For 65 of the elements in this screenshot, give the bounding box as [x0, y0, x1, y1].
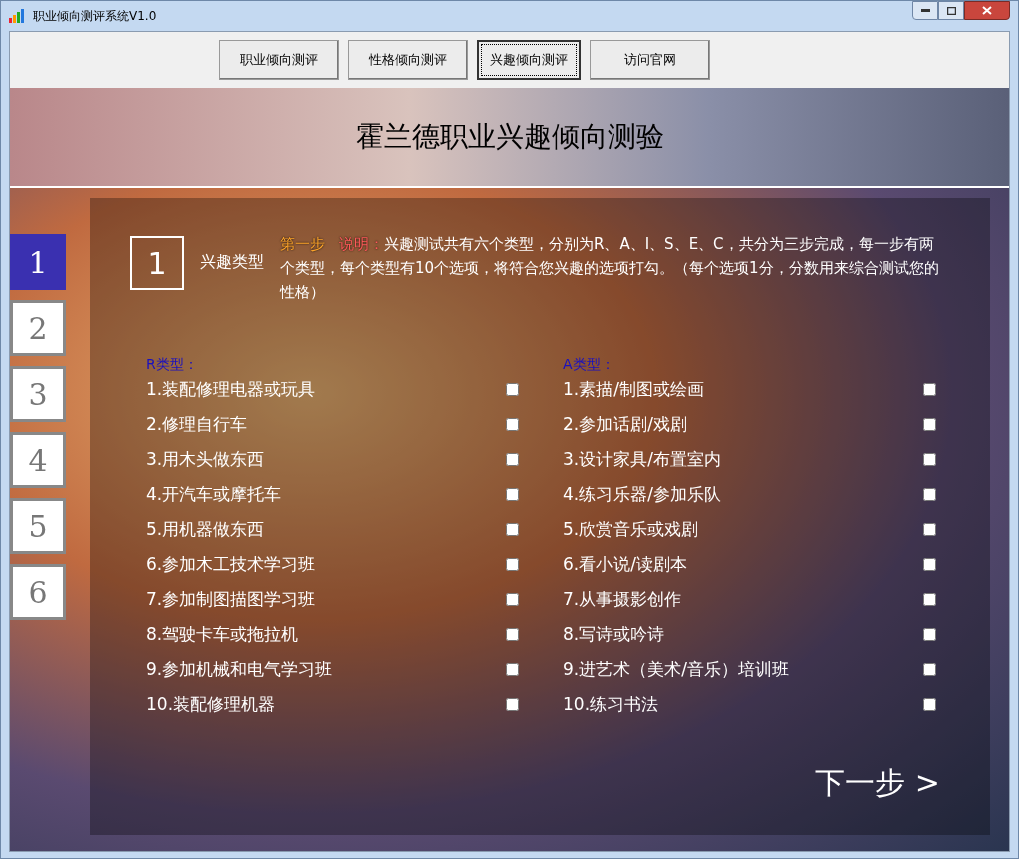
maximize-button[interactable] [938, 1, 964, 20]
option-label: 4.练习乐器/参加乐队 [563, 482, 721, 506]
option-label: 6.参加木工技术学习班 [146, 552, 316, 576]
option-label: 9.进艺术（美术/音乐）培训班 [563, 657, 789, 681]
step-tab[interactable]: 5 [10, 498, 66, 554]
option-checkbox[interactable] [923, 383, 936, 396]
bar-chart-icon [9, 9, 25, 23]
close-button[interactable] [964, 1, 1010, 20]
option-label: 7.参加制图描图学习班 [146, 587, 316, 611]
toolbar-button[interactable]: 性格倾向测评 [348, 40, 468, 80]
option-checkbox[interactable] [923, 698, 936, 711]
option-label: 3.设计家具/布置室内 [563, 447, 721, 471]
option-label: 3.用木头做东西 [146, 447, 265, 471]
option-label: 1.素描/制图或绘画 [563, 377, 704, 401]
option-label: 9.参加机械和电气学习班 [146, 657, 333, 681]
option-label: 4.开汽车或摩托车 [146, 482, 282, 506]
option-label: 10.练习书法 [563, 692, 659, 716]
option-checkbox[interactable] [923, 593, 936, 606]
option-checkbox[interactable] [506, 453, 519, 466]
group-heading: R类型： [146, 356, 199, 372]
section-heading: 兴趣类型 [200, 251, 264, 273]
option-checkbox[interactable] [923, 523, 936, 536]
option-checkbox[interactable] [506, 418, 519, 431]
option-checkbox[interactable] [506, 663, 519, 676]
option-checkbox[interactable] [506, 593, 519, 606]
option-label: 7.从事摄影创作 [563, 587, 682, 611]
option-label: 5.用机器做东西 [146, 517, 265, 541]
window-title: 职业倾向测评系统V1.0 [33, 8, 157, 25]
option-label: 8.写诗或吟诗 [563, 622, 665, 646]
option-checkbox[interactable] [506, 698, 519, 711]
option-checkbox[interactable] [506, 383, 519, 396]
option-label: 2.修理自行车 [146, 412, 248, 436]
step-tab[interactable]: 3 [10, 366, 66, 422]
option-checkbox[interactable] [923, 663, 936, 676]
instructions-text: 第一步 说明：兴趣测试共有六个类型，分别为R、A、I、S、E、C，共分为三步完成，每一步有两个类型，每个类型有10个选项，将符合您兴趣的选项打勾。（每个选项1分，分数用来综合测试您的性格） [280, 234, 940, 303]
option-label: 5.欣赏音乐或戏剧 [563, 517, 699, 541]
option-checkbox[interactable] [923, 628, 936, 641]
step-tab[interactable]: 4 [10, 432, 66, 488]
step-tab[interactable]: 6 [10, 564, 66, 620]
option-label: 6.看小说/读剧本 [563, 552, 687, 576]
next-step-button[interactable]: 下一步 > [815, 760, 940, 805]
option-checkbox[interactable] [506, 558, 519, 571]
option-checkbox[interactable] [923, 488, 936, 501]
option-checkbox[interactable] [506, 523, 519, 536]
step-tab[interactable]: 2 [10, 300, 66, 356]
option-label: 8.驾驶卡车或拖拉机 [146, 622, 299, 646]
step-tab[interactable]: 1 [10, 234, 66, 290]
option-label: 2.参加话剧/戏剧 [563, 412, 687, 436]
step-number: 1 [130, 236, 184, 290]
option-label: 10.装配修理机器 [146, 692, 276, 716]
option-checkbox[interactable] [506, 488, 519, 501]
page-title: 霍兰德职业兴趣倾向测验 [355, 119, 664, 155]
option-label: 1.装配修理电器或玩具 [146, 377, 316, 401]
option-checkbox[interactable] [923, 418, 936, 431]
minimize-icon [920, 9, 930, 12]
minimize-button[interactable] [912, 1, 938, 20]
option-checkbox[interactable] [923, 453, 936, 466]
option-checkbox[interactable] [506, 628, 519, 641]
option-checkbox[interactable] [923, 558, 936, 571]
toolbar-button[interactable]: 职业倾向测评 [219, 40, 339, 80]
toolbar-button[interactable]: 兴趣倾向测评 [477, 40, 581, 80]
toolbar-button[interactable]: 访问官网 [590, 40, 710, 80]
close-icon [982, 6, 992, 15]
group-heading: A类型： [563, 356, 616, 372]
maximize-icon [946, 6, 956, 15]
